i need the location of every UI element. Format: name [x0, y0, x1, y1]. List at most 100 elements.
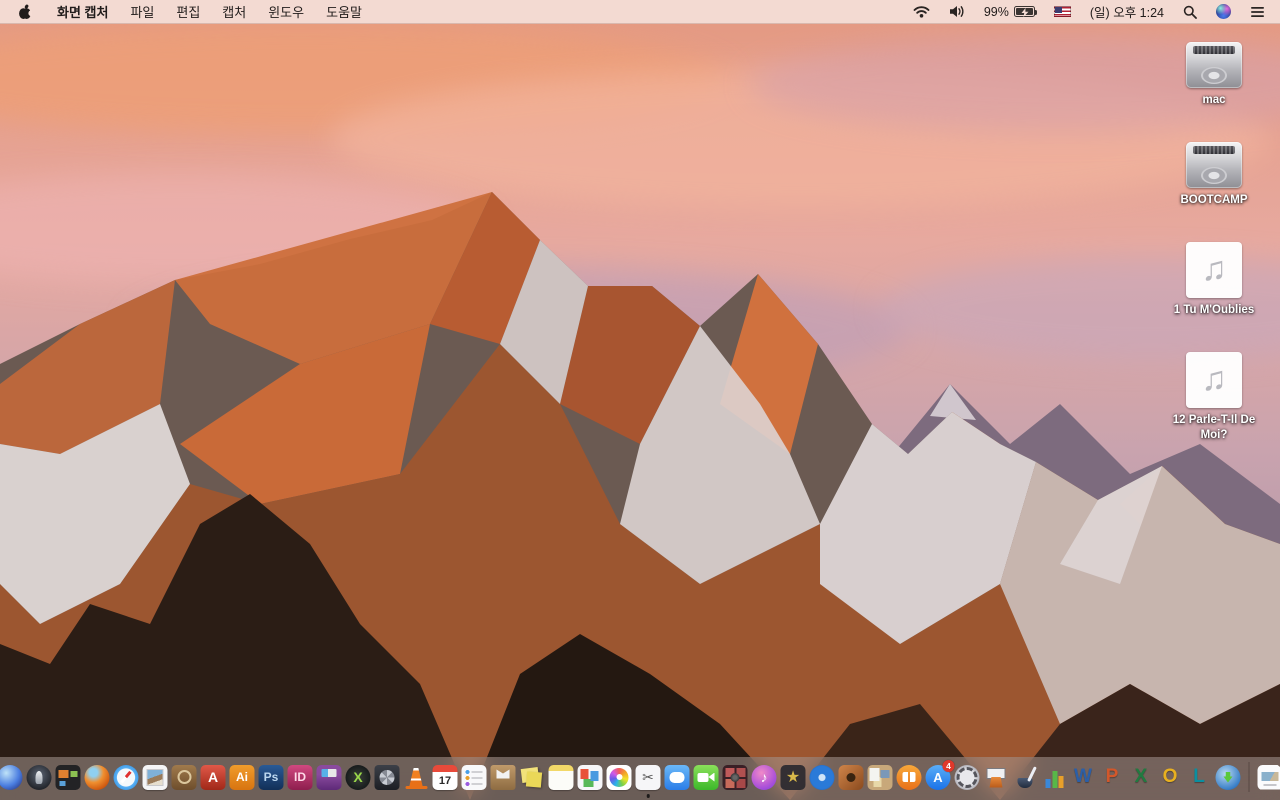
screenshot-document-icon: [1257, 764, 1280, 790]
desktop-icon-audio-file-2[interactable]: ♫ 12 Parle-T-Il De Moi?: [1154, 351, 1274, 443]
desktop-icon-hard-drive-bootcamp[interactable]: BOOTCAMP: [1154, 141, 1274, 208]
calendar-icon: 17: [432, 764, 458, 790]
dock-item-numbers[interactable]: [1041, 763, 1068, 792]
dock-item-launchpad[interactable]: [26, 763, 53, 792]
desktop-wallpaper: [0, 24, 1280, 800]
dock-item-vlc[interactable]: [403, 763, 430, 792]
menubar-menu-item[interactable]: 파일: [119, 5, 165, 20]
clock-menu-extra[interactable]: (일) 오후 1:24: [1085, 0, 1169, 23]
dock-item-screenshot-document[interactable]: [1257, 763, 1280, 792]
dock-item-stickies[interactable]: [519, 763, 546, 792]
indesign-icon: ID: [287, 764, 313, 790]
stickies-icon: [520, 765, 545, 790]
dock-item-reminders[interactable]: [461, 763, 488, 792]
menubar-menu-item[interactable]: 윈도우: [257, 5, 315, 20]
input-source-menu-extra[interactable]: [1049, 0, 1076, 23]
dock-item-safari[interactable]: [113, 763, 140, 792]
dock-item-contacts[interactable]: [171, 763, 198, 792]
apple-menu-icon[interactable]: [10, 0, 46, 23]
system-preferences-icon: [954, 764, 980, 790]
itunes-icon: ♪: [751, 764, 777, 790]
desktop-icon-label: mac: [1202, 94, 1226, 106]
siri-menu-extra[interactable]: [1211, 0, 1236, 23]
audio-file-icon: ♫: [1186, 241, 1242, 298]
dock-item-mission-control[interactable]: [55, 763, 82, 792]
volume-icon: [949, 6, 964, 17]
dock-item-imovie[interactable]: ★: [780, 763, 807, 792]
outlook-icon: O: [1162, 766, 1178, 787]
dock-item-firefox[interactable]: [84, 763, 111, 792]
dock-item-disk-speed[interactable]: [374, 763, 401, 792]
disk-speed-icon: [374, 764, 400, 790]
dock-item-disc-app[interactable]: [809, 763, 836, 792]
wallpaper-art: [0, 24, 1280, 800]
dock-item-photoshop[interactable]: Ps: [258, 763, 285, 792]
desktop-icon-audio-file-1[interactable]: ♫ 1 Tu M'Oublies: [1154, 241, 1274, 318]
wifi-menu-extra[interactable]: [908, 0, 935, 23]
photo-booth-icon: [722, 764, 748, 790]
dock-item-acrobat[interactable]: A: [200, 763, 227, 792]
dock-item-downloader[interactable]: [1215, 763, 1242, 792]
dock-item-x-utility[interactable]: X: [345, 763, 372, 792]
dock-item-preview[interactable]: [142, 763, 169, 792]
menubar-menu-item[interactable]: 캡처: [211, 5, 257, 20]
pages-icon: [1013, 765, 1038, 790]
dock-item-outlook[interactable]: O: [1157, 763, 1184, 792]
dock-item-collage[interactable]: [867, 763, 894, 792]
firefox-icon: [84, 764, 110, 790]
desktop-icon-label: BOOTCAMP: [1180, 193, 1248, 206]
garageband-icon: [838, 764, 864, 790]
battery-charging-icon: [1013, 6, 1038, 17]
desktop-icon-hard-drive-mac[interactable]: mac: [1154, 42, 1274, 108]
menubar-menu-item[interactable]: 도움말: [315, 5, 373, 20]
dock-item-system-preferences[interactable]: [954, 763, 981, 792]
preview-icon: [142, 764, 168, 790]
volume-menu-extra[interactable]: [944, 0, 970, 23]
notes-icon: [548, 764, 574, 790]
dock-item-archive-box[interactable]: [490, 763, 517, 792]
dock-item-desk-app[interactable]: [316, 763, 343, 792]
illustrator-icon: Ai: [229, 764, 255, 790]
dock-item-photo-booth[interactable]: [722, 763, 749, 792]
battery-percent: 99%: [983, 4, 1009, 19]
spotlight-menu-extra[interactable]: [1178, 0, 1202, 23]
menu-bar-left: 화면 캡처 파일 편집 캡처 윈도우 도움말: [10, 0, 373, 23]
dock-item-powerpoint[interactable]: P: [1099, 763, 1126, 792]
launchpad-icon: [26, 764, 52, 790]
dock-divider: [1248, 762, 1250, 792]
siri-icon: [0, 764, 23, 790]
dock-item-calendar[interactable]: 17: [432, 763, 459, 792]
apple-logo-icon: [19, 4, 32, 19]
dock-item-messages[interactable]: [664, 763, 691, 792]
dock-item-garageband[interactable]: [838, 763, 865, 792]
dock-item-pages[interactable]: [1012, 763, 1039, 792]
archive-box-icon: [490, 764, 516, 790]
excel-icon: X: [1134, 766, 1148, 787]
lync-icon: L: [1193, 766, 1205, 787]
dock-item-keynote[interactable]: [983, 763, 1010, 792]
dock-item-photos[interactable]: [606, 763, 633, 792]
dock-item-indesign[interactable]: ID: [287, 763, 314, 792]
collage-icon: [867, 764, 893, 790]
dock-item-illustrator[interactable]: Ai: [229, 763, 256, 792]
dock-item-lync[interactable]: L: [1186, 763, 1213, 792]
dock-item-app-store[interactable]: A4: [925, 759, 955, 792]
desktop-icon-label: 1 Tu M'Oublies: [1173, 303, 1255, 316]
dock-item-facetime[interactable]: [693, 763, 720, 792]
active-app-menu[interactable]: 화면 캡처: [46, 2, 119, 21]
dock-item-word[interactable]: W: [1070, 763, 1097, 792]
dock-item-notes[interactable]: [548, 763, 575, 792]
menu-bar-status: 99% (일) 오후 1:24: [908, 0, 1270, 23]
dock-item-doc-viewer[interactable]: [577, 763, 604, 792]
dock-item-grab[interactable]: ✂: [635, 763, 662, 798]
dock-item-excel[interactable]: X: [1128, 763, 1155, 792]
notification-center-menu-extra[interactable]: [1245, 0, 1270, 23]
dock-item-itunes[interactable]: ♪: [751, 763, 778, 792]
battery-menu-extra[interactable]: 99%: [979, 0, 1040, 23]
reminders-icon: [461, 764, 487, 790]
menubar-menu-item[interactable]: 편집: [165, 5, 211, 20]
dock-item-siri[interactable]: [0, 763, 24, 792]
contacts-icon: [171, 764, 197, 790]
photoshop-icon: Ps: [258, 764, 284, 790]
dock-item-ibooks[interactable]: [896, 763, 923, 792]
